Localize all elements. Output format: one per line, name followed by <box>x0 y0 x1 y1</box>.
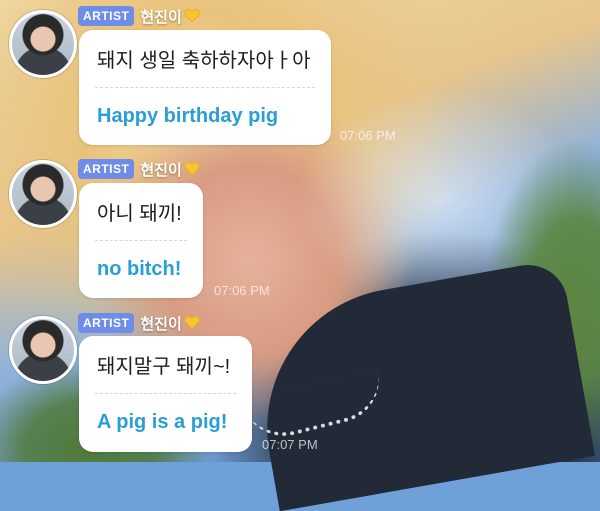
sender-name-wrap: 현진이 <box>140 6 200 27</box>
message-bubble[interactable]: 돼지말구 돼끼~! A pig is a pig! <box>79 336 252 452</box>
translation-text: Happy birthday pig <box>97 104 279 127</box>
translation-text: A pig is a pig! <box>97 411 228 433</box>
original-text: 아니 돼끼! <box>97 203 182 225</box>
artist-badge: ARTIST <box>78 313 135 333</box>
timestamp: 07:06 PM <box>340 128 396 143</box>
timestamp: 07:07 PM <box>262 437 318 452</box>
yellow-heart-icon <box>184 162 200 176</box>
sender-row: ARTIST 현진이 <box>78 312 200 334</box>
timestamp: 07:06 PM <box>214 283 270 298</box>
sender-name: 현진이 <box>140 315 182 333</box>
avatar[interactable] <box>9 160 77 228</box>
original-text: 돼지말구 돼끼~! <box>97 356 231 378</box>
sender-row: ARTIST 현진이 <box>78 5 200 27</box>
sender-name: 현진이 <box>140 8 182 26</box>
original-text: 돼지 생일 축하하자아ㅏ아 <box>97 50 311 72</box>
translation-text: no bitch! <box>97 257 182 280</box>
avatar[interactable] <box>9 316 77 384</box>
sender-name-wrap: 현진이 <box>140 159 200 180</box>
avatar[interactable] <box>9 10 77 78</box>
yellow-heart-icon <box>184 316 200 330</box>
artist-badge: ARTIST <box>78 6 135 26</box>
sender-name: 현진이 <box>140 161 182 179</box>
sender-name-wrap: 현진이 <box>140 313 200 334</box>
artist-badge: ARTIST <box>78 159 135 179</box>
yellow-heart-icon <box>184 9 200 23</box>
message-bubble[interactable]: 아니 돼끼! no bitch! <box>79 183 203 298</box>
sender-row: ARTIST 현진이 <box>78 158 200 180</box>
message-bubble[interactable]: 돼지 생일 축하하자아ㅏ아 Happy birthday pig <box>79 30 331 145</box>
